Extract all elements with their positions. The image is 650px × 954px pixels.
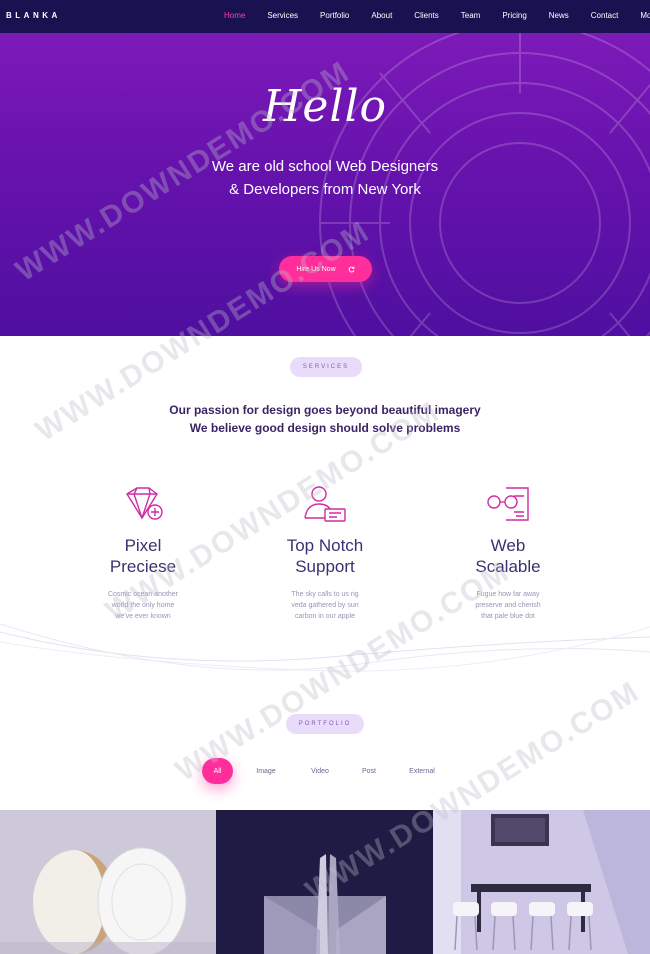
service-title: Web Scalable xyxy=(438,535,578,577)
nav-item-contact[interactable]: Contact xyxy=(591,11,619,20)
filter-image[interactable]: Image xyxy=(248,758,284,784)
refresh-icon xyxy=(348,266,355,272)
nav-item-clients[interactable]: Clients xyxy=(414,11,438,20)
glasses-document-icon xyxy=(487,487,529,521)
service-card-support: Top Notch Support The sky calls to us ri… xyxy=(255,484,395,622)
service-desc-line-1: Fugue how far away xyxy=(476,591,540,598)
filter-external[interactable]: External xyxy=(400,758,444,784)
diamond-plus-icon xyxy=(126,487,163,520)
tagline-line-2: We believe good design should solve prob… xyxy=(189,421,461,435)
plates-image xyxy=(0,810,216,954)
nav-item-about[interactable]: About xyxy=(371,11,392,20)
service-desc-line-2: preserve and cherish xyxy=(475,602,541,609)
nav-item-pricing[interactable]: Pricing xyxy=(502,11,526,20)
nav-item-more-label: More xyxy=(640,11,650,20)
hire-us-button[interactable]: Hire Us Now xyxy=(279,256,372,282)
main-menu: Home Services Portfolio About Clients Te… xyxy=(224,11,650,20)
service-title-line-1: Web xyxy=(490,536,526,555)
hero-script-title: Hello xyxy=(262,81,388,132)
services-tagline: Our passion for design goes beyond beaut… xyxy=(0,401,650,437)
nav-item-more[interactable]: More▾ xyxy=(640,11,650,20)
hero-subtitle: We are old school Web Designers & Develo… xyxy=(0,155,650,201)
nav-item-services[interactable]: Services xyxy=(267,11,298,20)
filter-post[interactable]: Post xyxy=(352,758,386,784)
decorative-wave-lines xyxy=(0,623,650,672)
service-title-line-1: Pixel xyxy=(124,536,162,555)
service-card-pixel: Pixel Preciese Cosmic ocean another worl… xyxy=(73,484,213,622)
architecture-image xyxy=(216,810,433,954)
nav-item-portfolio[interactable]: Portfolio xyxy=(320,11,349,20)
services-pill: SERVICES xyxy=(290,357,362,377)
filter-video[interactable]: Video xyxy=(302,758,338,784)
hero-subtitle-line-1: We are old school Web Designers xyxy=(211,158,439,175)
portfolio-item-plates[interactable] xyxy=(0,810,216,954)
service-title-line-2: Support xyxy=(295,557,355,576)
portfolio-item-interior[interactable] xyxy=(433,810,650,954)
service-title-line-1: Top Notch xyxy=(286,536,364,555)
brand-logo[interactable]: BLANKA xyxy=(6,11,61,20)
service-title: Top Notch Support xyxy=(255,535,395,577)
hero-subtitle-line-2: & Developers from New York xyxy=(229,181,421,198)
hire-us-label: Hire Us Now xyxy=(296,265,336,273)
portfolio-item-architecture[interactable] xyxy=(216,810,433,954)
nav-item-team[interactable]: Team xyxy=(461,11,481,20)
tagline-line-1: Our passion for design goes beyond beaut… xyxy=(169,403,481,417)
portfolio-filters: All Image Video Post External xyxy=(0,758,650,784)
top-navbar: BLANKA Home Services Portfolio About Cli… xyxy=(0,0,650,33)
portfolio-gallery xyxy=(0,810,650,954)
service-card-scalable: Web Scalable Fugue how far away preserve… xyxy=(438,484,578,622)
portfolio-pill: PORTFOLIO xyxy=(286,714,364,734)
service-desc-line-1: The sky calls to us rig xyxy=(291,591,359,598)
user-card-icon xyxy=(304,486,346,522)
interior-image xyxy=(433,810,650,954)
service-desc-line-2: veda gathered by sun xyxy=(291,602,359,609)
nav-item-news[interactable]: News xyxy=(549,11,569,20)
nav-item-home[interactable]: Home xyxy=(224,11,245,20)
service-desc-line-1: Cosmic ocean another xyxy=(107,591,179,598)
service-title-line-2: Preciese xyxy=(109,557,177,576)
service-title: Pixel Preciese xyxy=(73,535,213,577)
filter-all[interactable]: All xyxy=(202,758,233,784)
service-title-line-2: Scalable xyxy=(475,557,541,576)
hero-section: Hello We are old school Web Designers & … xyxy=(0,33,650,336)
service-desc-line-2: world the only home xyxy=(111,602,175,609)
